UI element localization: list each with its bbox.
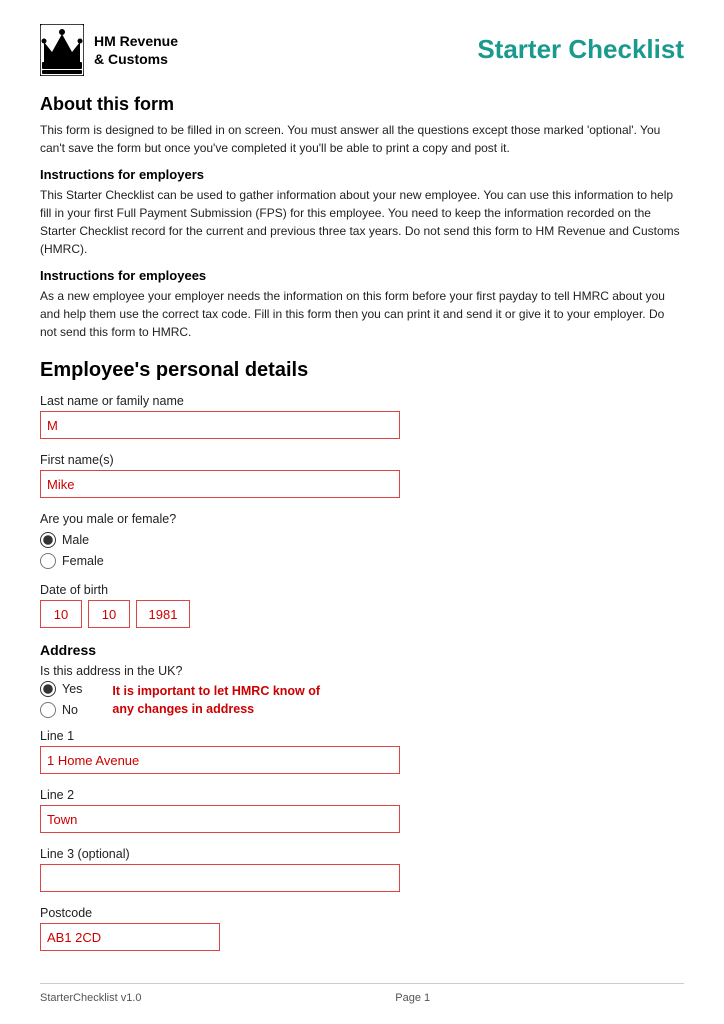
address-line2-group: Line 2 xyxy=(40,788,684,833)
page: HM Revenue & Customs Starter Checklist A… xyxy=(0,0,724,1024)
uk-no-radio[interactable] xyxy=(40,702,56,718)
dob-year-input[interactable] xyxy=(136,600,190,628)
address-line2-input[interactable] xyxy=(40,805,400,833)
uk-question: Is this address in the UK? xyxy=(40,664,684,678)
address-line1-group: Line 1 xyxy=(40,729,684,774)
employees-heading: Instructions for employees xyxy=(40,268,684,283)
gender-female-option[interactable]: Female xyxy=(40,553,684,569)
dob-month-input[interactable] xyxy=(88,600,130,628)
address-line3-label: Line 3 (optional) xyxy=(40,847,684,861)
crown-icon xyxy=(40,24,84,76)
address-line1-input[interactable] xyxy=(40,746,400,774)
uk-no-label: No xyxy=(62,703,78,717)
employee-section-title: Employee's personal details xyxy=(40,359,684,382)
first-name-group: First name(s) xyxy=(40,453,684,498)
uk-no-option[interactable]: No xyxy=(40,702,82,718)
postcode-label: Postcode xyxy=(40,906,684,920)
gender-female-radio[interactable] xyxy=(40,553,56,569)
first-name-label: First name(s) xyxy=(40,453,684,467)
postcode-input[interactable] xyxy=(40,923,220,951)
address-line1-label: Line 1 xyxy=(40,729,684,743)
about-section: About this form This form is designed to… xyxy=(40,94,684,341)
employee-details-section: Employee's personal details Last name or… xyxy=(40,359,684,628)
page-title: Starter Checklist xyxy=(477,34,684,65)
gender-male-label: Male xyxy=(62,533,89,547)
address-line3-group: Line 3 (optional) xyxy=(40,847,684,892)
uk-yes-option[interactable]: Yes xyxy=(40,681,82,697)
logo-text: HM Revenue & Customs xyxy=(94,32,178,68)
address-section: Address Is this address in the UK? Yes N… xyxy=(40,642,684,951)
dob-day-input[interactable] xyxy=(40,600,82,628)
gender-female-label: Female xyxy=(62,554,104,568)
important-note: It is important to let HMRC know of any … xyxy=(112,683,332,718)
footer: StarterChecklist v1.0 Page 1 xyxy=(40,983,684,1004)
employees-text: As a new employee your employer needs th… xyxy=(40,287,684,341)
logo-area: HM Revenue & Customs xyxy=(40,24,178,76)
gender-group: Are you male or female? Male Female xyxy=(40,512,684,569)
first-name-input[interactable] xyxy=(40,470,400,498)
postcode-group: Postcode xyxy=(40,906,684,951)
address-line2-label: Line 2 xyxy=(40,788,684,802)
last-name-group: Last name or family name xyxy=(40,394,684,439)
last-name-input[interactable] xyxy=(40,411,400,439)
dob-inputs xyxy=(40,600,684,628)
about-title: About this form xyxy=(40,94,684,115)
header: HM Revenue & Customs Starter Checklist xyxy=(40,24,684,76)
dob-label: Date of birth xyxy=(40,583,684,597)
gender-male-option[interactable]: Male xyxy=(40,532,684,548)
gender-question: Are you male or female? xyxy=(40,512,684,526)
dob-group: Date of birth xyxy=(40,583,684,628)
uk-yes-label: Yes xyxy=(62,682,82,696)
uk-yes-radio[interactable] xyxy=(40,681,56,697)
address-uk-row: Yes No It is important to let HMRC know … xyxy=(40,681,684,723)
uk-radio-group: Yes No xyxy=(40,681,82,723)
footer-center: Page 1 xyxy=(395,992,430,1004)
address-line3-input[interactable] xyxy=(40,864,400,892)
footer-left: StarterChecklist v1.0 xyxy=(40,992,141,1004)
gender-male-radio[interactable] xyxy=(40,532,56,548)
address-section-title: Address xyxy=(40,642,684,658)
employers-heading: Instructions for employers xyxy=(40,167,684,182)
last-name-label: Last name or family name xyxy=(40,394,684,408)
employers-text: This Starter Checklist can be used to ga… xyxy=(40,186,684,258)
about-intro: This form is designed to be filled in on… xyxy=(40,121,684,157)
